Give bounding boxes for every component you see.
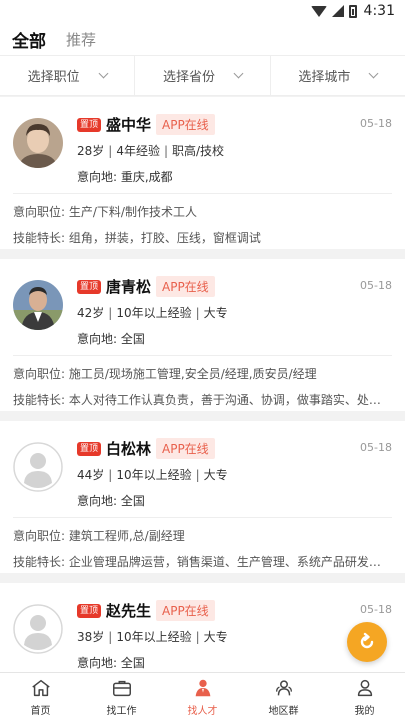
online-status-badge: APP在线 (156, 114, 215, 135)
candidate-skills: 技能特长: 本人对待工作认真负责，善于沟通、协调，做事踏实、处事... (13, 393, 385, 407)
candidate-name: 赵先生 (106, 602, 152, 620)
candidate-name: 白松林 (106, 440, 152, 458)
candidate-experience: 4年经验 (116, 144, 160, 158)
candidate-skills: 技能特长: 企业管理品牌运营，销售渠道、生产管理、系统产品研发、... (13, 555, 385, 569)
separator: | (108, 468, 113, 482)
nav-mine[interactable]: 我的 (324, 673, 405, 720)
candidate-education: 大专 (203, 630, 228, 644)
nav-home[interactable]: 首页 (0, 673, 81, 720)
post-date: 05-18 (360, 603, 392, 616)
battery-icon (348, 4, 357, 18)
top-badge: 置顶 (77, 280, 102, 294)
status-icons: 4:31 (310, 3, 395, 19)
candidate-location: 意向地: 全国 (77, 332, 145, 346)
online-status-badge: APP在线 (156, 600, 215, 621)
default-avatar-icon (13, 442, 63, 492)
candidate-card[interactable]: 置顶 赵先生 APP在线 05-18 38岁 | 10年以上经验 | 大专 意向地: 全… (0, 583, 405, 672)
user-icon (357, 679, 372, 696)
home-icon (31, 679, 50, 696)
top-tabs: 全部 推荐 (0, 22, 405, 55)
status-bar: 4:31 (0, 0, 405, 22)
filter-bar: 选择职位 选择省份 选择城市 (0, 55, 405, 96)
filter-position-label: 选择职位 (27, 70, 80, 85)
avatar (13, 118, 63, 168)
nav-find-talent-label: 找人才 (187, 705, 218, 717)
avatar (13, 280, 63, 330)
nav-find-job[interactable]: 找工作 (81, 673, 162, 720)
candidate-education: 大专 (203, 306, 228, 320)
candidate-age: 42岁 (77, 306, 105, 320)
tab-recommend[interactable]: 推荐 (66, 29, 96, 50)
tab-all[interactable]: 全部 (12, 27, 46, 52)
chevron-down-icon (98, 68, 109, 79)
nav-region-group[interactable]: 地区群 (243, 673, 324, 720)
top-badge: 置顶 (77, 118, 102, 132)
top-badge: 置顶 (77, 442, 102, 456)
nav-region-group-label: 地区群 (268, 705, 299, 717)
filter-city[interactable]: 选择城市 (271, 56, 405, 95)
refresh-button[interactable] (347, 622, 387, 662)
filter-province[interactable]: 选择省份 (135, 56, 271, 95)
refresh-icon (360, 632, 374, 649)
candidate-name: 盛中华 (106, 116, 152, 134)
post-date: 05-18 (360, 279, 392, 292)
candidate-experience: 10年以上经验 (116, 630, 192, 644)
candidate-card[interactable]: 置顶 盛中华 APP在线 05-18 28岁 | 4年经验 | 职高/技校 意向地: 重… (0, 97, 405, 249)
candidate-position: 意向职位: 施工员/现场施工管理,安全员/经理,质安员/经理 (13, 367, 317, 381)
online-status-badge: APP在线 (156, 438, 215, 459)
candidate-age: 38岁 (77, 630, 105, 644)
candidate-skills: 技能特长: 组角，拼装，打胶、压线，窗框调试 (13, 231, 261, 245)
separator: | (195, 468, 200, 482)
candidate-position: 意向职位: 生产/下料/制作技术工人 (13, 205, 197, 219)
candidate-location: 意向地: 全国 (77, 656, 145, 670)
candidate-meta: 44岁 | 10年以上经验 | 大专 (77, 466, 228, 483)
candidate-meta: 42岁 | 10年以上经验 | 大专 (77, 304, 228, 321)
separator: | (195, 306, 200, 320)
candidate-card[interactable]: 置顶 白松林 APP在线 05-18 44岁 | 10年以上经验 | 大专 意向地: 全… (0, 421, 405, 573)
divider (13, 517, 392, 518)
candidate-age: 44岁 (77, 468, 105, 482)
divider (13, 355, 392, 356)
briefcase-icon (112, 680, 131, 696)
candidate-position: 意向职位: 建筑工程师,总/副经理 (13, 529, 185, 543)
candidate-education: 职高/技校 (172, 144, 225, 158)
post-date: 05-18 (360, 441, 392, 454)
separator: | (108, 144, 113, 158)
chevron-down-icon (368, 68, 379, 79)
candidate-experience: 10年以上经验 (116, 306, 192, 320)
candidate-meta: 38岁 | 10年以上经验 | 大专 (77, 628, 228, 645)
default-avatar-icon (13, 604, 63, 654)
nav-find-talent[interactable]: 找人才 (162, 673, 243, 720)
chevron-down-icon (233, 68, 244, 79)
post-date: 05-18 (360, 117, 392, 130)
wifi-icon (310, 5, 327, 17)
status-time: 4:31 (363, 3, 395, 19)
group-icon (275, 679, 292, 695)
nav-find-job-label: 找工作 (106, 705, 137, 717)
candidate-age: 28岁 (77, 144, 105, 158)
divider (13, 193, 392, 194)
top-badge: 置顶 (77, 604, 102, 618)
nav-home-label: 首页 (30, 705, 51, 717)
filter-position[interactable]: 选择职位 (0, 56, 136, 95)
nav-mine-label: 我的 (354, 705, 375, 717)
separator: | (108, 630, 113, 644)
online-status-badge: APP在线 (156, 276, 215, 297)
candidate-education: 大专 (203, 468, 228, 482)
separator: | (195, 630, 200, 644)
bottom-nav: 首页 找工作 找人才 地区群 我的 (0, 672, 405, 720)
signal-icon (331, 5, 344, 17)
separator: | (163, 144, 169, 158)
candidate-card[interactable]: 置顶 唐青松 APP在线 05-18 42岁 | 10年以上经验 | 大专 意向地: 全… (0, 259, 405, 411)
candidate-location: 意向地: 重庆,成都 (77, 170, 173, 184)
filter-province-label: 选择省份 (162, 70, 215, 85)
separator: | (108, 306, 113, 320)
candidate-location: 意向地: 全国 (77, 494, 145, 508)
filter-city-label: 选择城市 (298, 70, 351, 85)
candidate-experience: 10年以上经验 (116, 468, 192, 482)
person-icon (195, 679, 210, 696)
candidate-name: 唐青松 (106, 278, 152, 296)
candidate-meta: 28岁 | 4年经验 | 职高/技校 (77, 142, 224, 159)
